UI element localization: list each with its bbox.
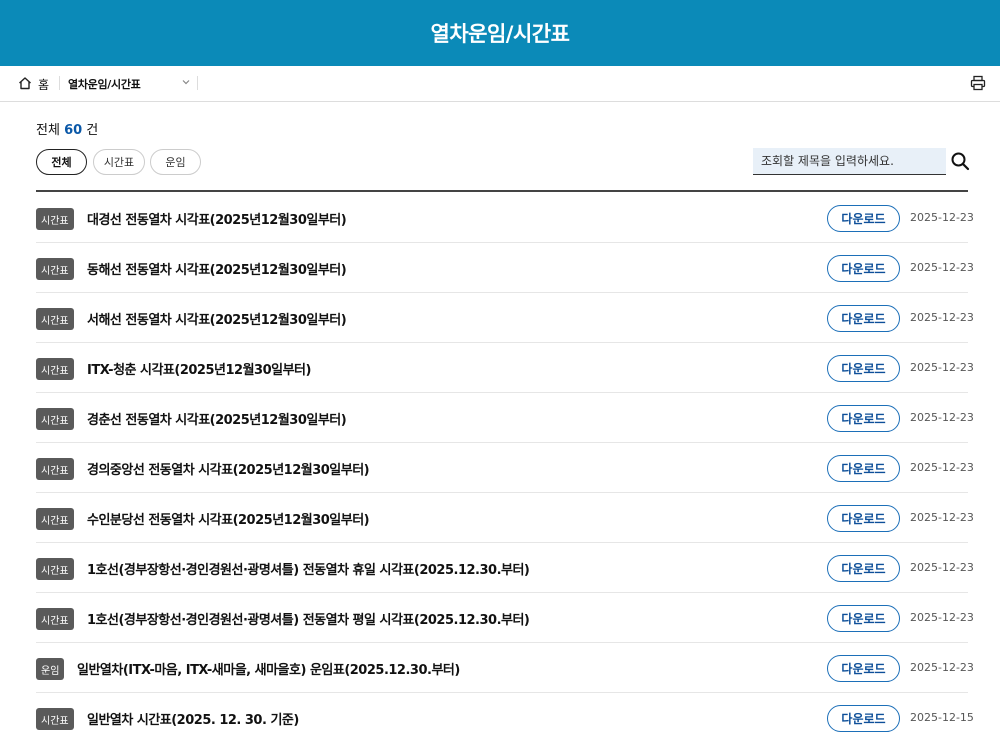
- category-badge: 시간표: [36, 358, 74, 380]
- item-title[interactable]: 수인분당선 전동열차 시각표(2025년12월30일부터): [87, 509, 370, 528]
- item-date: 2025-12-23: [910, 361, 974, 374]
- list-item: 시간표 수인분당선 전동열차 시각표(2025년12월30일부터) 다운로드 2…: [36, 493, 974, 543]
- list-item: 시간표 1호선(경부장항선·경인경원선·광명셔틀) 전동열차 휴일 시각표(20…: [36, 543, 974, 593]
- download-button[interactable]: 다운로드: [827, 605, 900, 632]
- list-item: 시간표 ITX-청춘 시각표(2025년12월30일부터) 다운로드 2025-…: [36, 343, 974, 393]
- download-button[interactable]: 다운로드: [827, 205, 900, 232]
- category-badge: 운임: [36, 658, 65, 680]
- item-date: 2025-12-23: [910, 511, 974, 524]
- list-item: 운임 일반열차(ITX-마음, ITX-새마을, 새마을호) 운임표(2025.…: [36, 643, 974, 693]
- list-item: 시간표 대경선 전동열차 시각표(2025년12월30일부터) 다운로드 202…: [36, 193, 974, 243]
- category-badge: 시간표: [36, 458, 74, 480]
- download-button[interactable]: 다운로드: [827, 455, 900, 482]
- item-date: 2025-12-23: [910, 611, 974, 624]
- item-date: 2025-12-23: [910, 661, 974, 674]
- list-item: 시간표 서해선 전동열차 시각표(2025년12월30일부터) 다운로드 202…: [36, 293, 974, 343]
- total-count: 전체 60 건: [36, 119, 98, 138]
- print-icon[interactable]: [970, 75, 986, 91]
- list-item: 시간표 동해선 전동열차 시각표(2025년12월30일부터) 다운로드 202…: [36, 243, 974, 293]
- total-unit: 건: [86, 123, 99, 138]
- list-item: 시간표 경의중앙선 전동열차 시각표(2025년12월30일부터) 다운로드 2…: [36, 443, 974, 493]
- list-item: 시간표 일반열차 시간표(2025. 12. 30. 기준) 다운로드 2025…: [36, 693, 974, 741]
- item-title[interactable]: 일반열차(ITX-마음, ITX-새마을, 새마을호) 운임표(2025.12.…: [77, 659, 460, 678]
- category-badge: 시간표: [36, 608, 74, 630]
- item-title[interactable]: 동해선 전동열차 시각표(2025년12월30일부터): [87, 259, 347, 278]
- download-button[interactable]: 다운로드: [827, 505, 900, 532]
- download-button[interactable]: 다운로드: [827, 705, 900, 732]
- breadcrumb: 홈 열차운임/시간표: [0, 66, 1000, 102]
- filter-all-button[interactable]: 전체: [36, 149, 87, 175]
- list-item: 시간표 1호선(경부장항선·경인경원선·광명셔틀) 전동열차 평일 시각표(20…: [36, 593, 974, 643]
- breadcrumb-divider: [197, 76, 198, 90]
- filter-fare-button[interactable]: 운임: [150, 149, 201, 175]
- download-button[interactable]: 다운로드: [827, 555, 900, 582]
- total-label: 전체: [36, 123, 60, 138]
- chevron-down-icon[interactable]: [181, 77, 191, 87]
- item-date: 2025-12-23: [910, 311, 974, 324]
- item-date: 2025-12-23: [910, 561, 974, 574]
- item-date: 2025-12-23: [910, 461, 974, 474]
- item-title[interactable]: 1호선(경부장항선·경인경원선·광명셔틀) 전동열차 평일 시각표(2025.1…: [87, 609, 530, 628]
- page-header: 열차운임/시간표: [0, 0, 1000, 66]
- category-badge: 시간표: [36, 508, 74, 530]
- item-title[interactable]: 서해선 전동열차 시각표(2025년12월30일부터): [87, 309, 347, 328]
- download-button[interactable]: 다운로드: [827, 405, 900, 432]
- breadcrumb-divider: [59, 76, 60, 90]
- breadcrumb-current[interactable]: 열차운임/시간표: [68, 76, 141, 92]
- download-button[interactable]: 다운로드: [827, 305, 900, 332]
- breadcrumb-home[interactable]: 홈: [38, 76, 49, 93]
- total-number: 60: [64, 123, 83, 138]
- item-date: 2025-12-23: [910, 211, 974, 224]
- item-title[interactable]: ITX-청춘 시각표(2025년12월30일부터): [87, 359, 311, 378]
- home-icon[interactable]: [18, 76, 32, 90]
- page-title: 열차운임/시간표: [430, 22, 570, 46]
- download-button[interactable]: 다운로드: [827, 255, 900, 282]
- list-divider: [36, 190, 968, 192]
- category-badge: 시간표: [36, 258, 74, 280]
- item-title[interactable]: 대경선 전동열차 시각표(2025년12월30일부터): [87, 209, 347, 228]
- category-badge: 시간표: [36, 558, 74, 580]
- download-button[interactable]: 다운로드: [827, 355, 900, 382]
- download-button[interactable]: 다운로드: [827, 655, 900, 682]
- search-input[interactable]: [753, 148, 946, 175]
- search-icon[interactable]: [950, 151, 970, 171]
- category-badge: 시간표: [36, 208, 74, 230]
- filter-timetable-button[interactable]: 시간표: [93, 149, 145, 175]
- item-date: 2025-12-15: [910, 711, 974, 724]
- item-title[interactable]: 일반열차 시간표(2025. 12. 30. 기준): [87, 709, 299, 728]
- item-title[interactable]: 경춘선 전동열차 시각표(2025년12월30일부터): [87, 409, 347, 428]
- list-item: 시간표 경춘선 전동열차 시각표(2025년12월30일부터) 다운로드 202…: [36, 393, 974, 443]
- item-title[interactable]: 경의중앙선 전동열차 시각표(2025년12월30일부터): [87, 459, 370, 478]
- category-badge: 시간표: [36, 708, 74, 730]
- item-date: 2025-12-23: [910, 411, 974, 424]
- category-badge: 시간표: [36, 408, 74, 430]
- item-title[interactable]: 1호선(경부장항선·경인경원선·광명셔틀) 전동열차 휴일 시각표(2025.1…: [87, 559, 530, 578]
- category-badge: 시간표: [36, 308, 74, 330]
- item-date: 2025-12-23: [910, 261, 974, 274]
